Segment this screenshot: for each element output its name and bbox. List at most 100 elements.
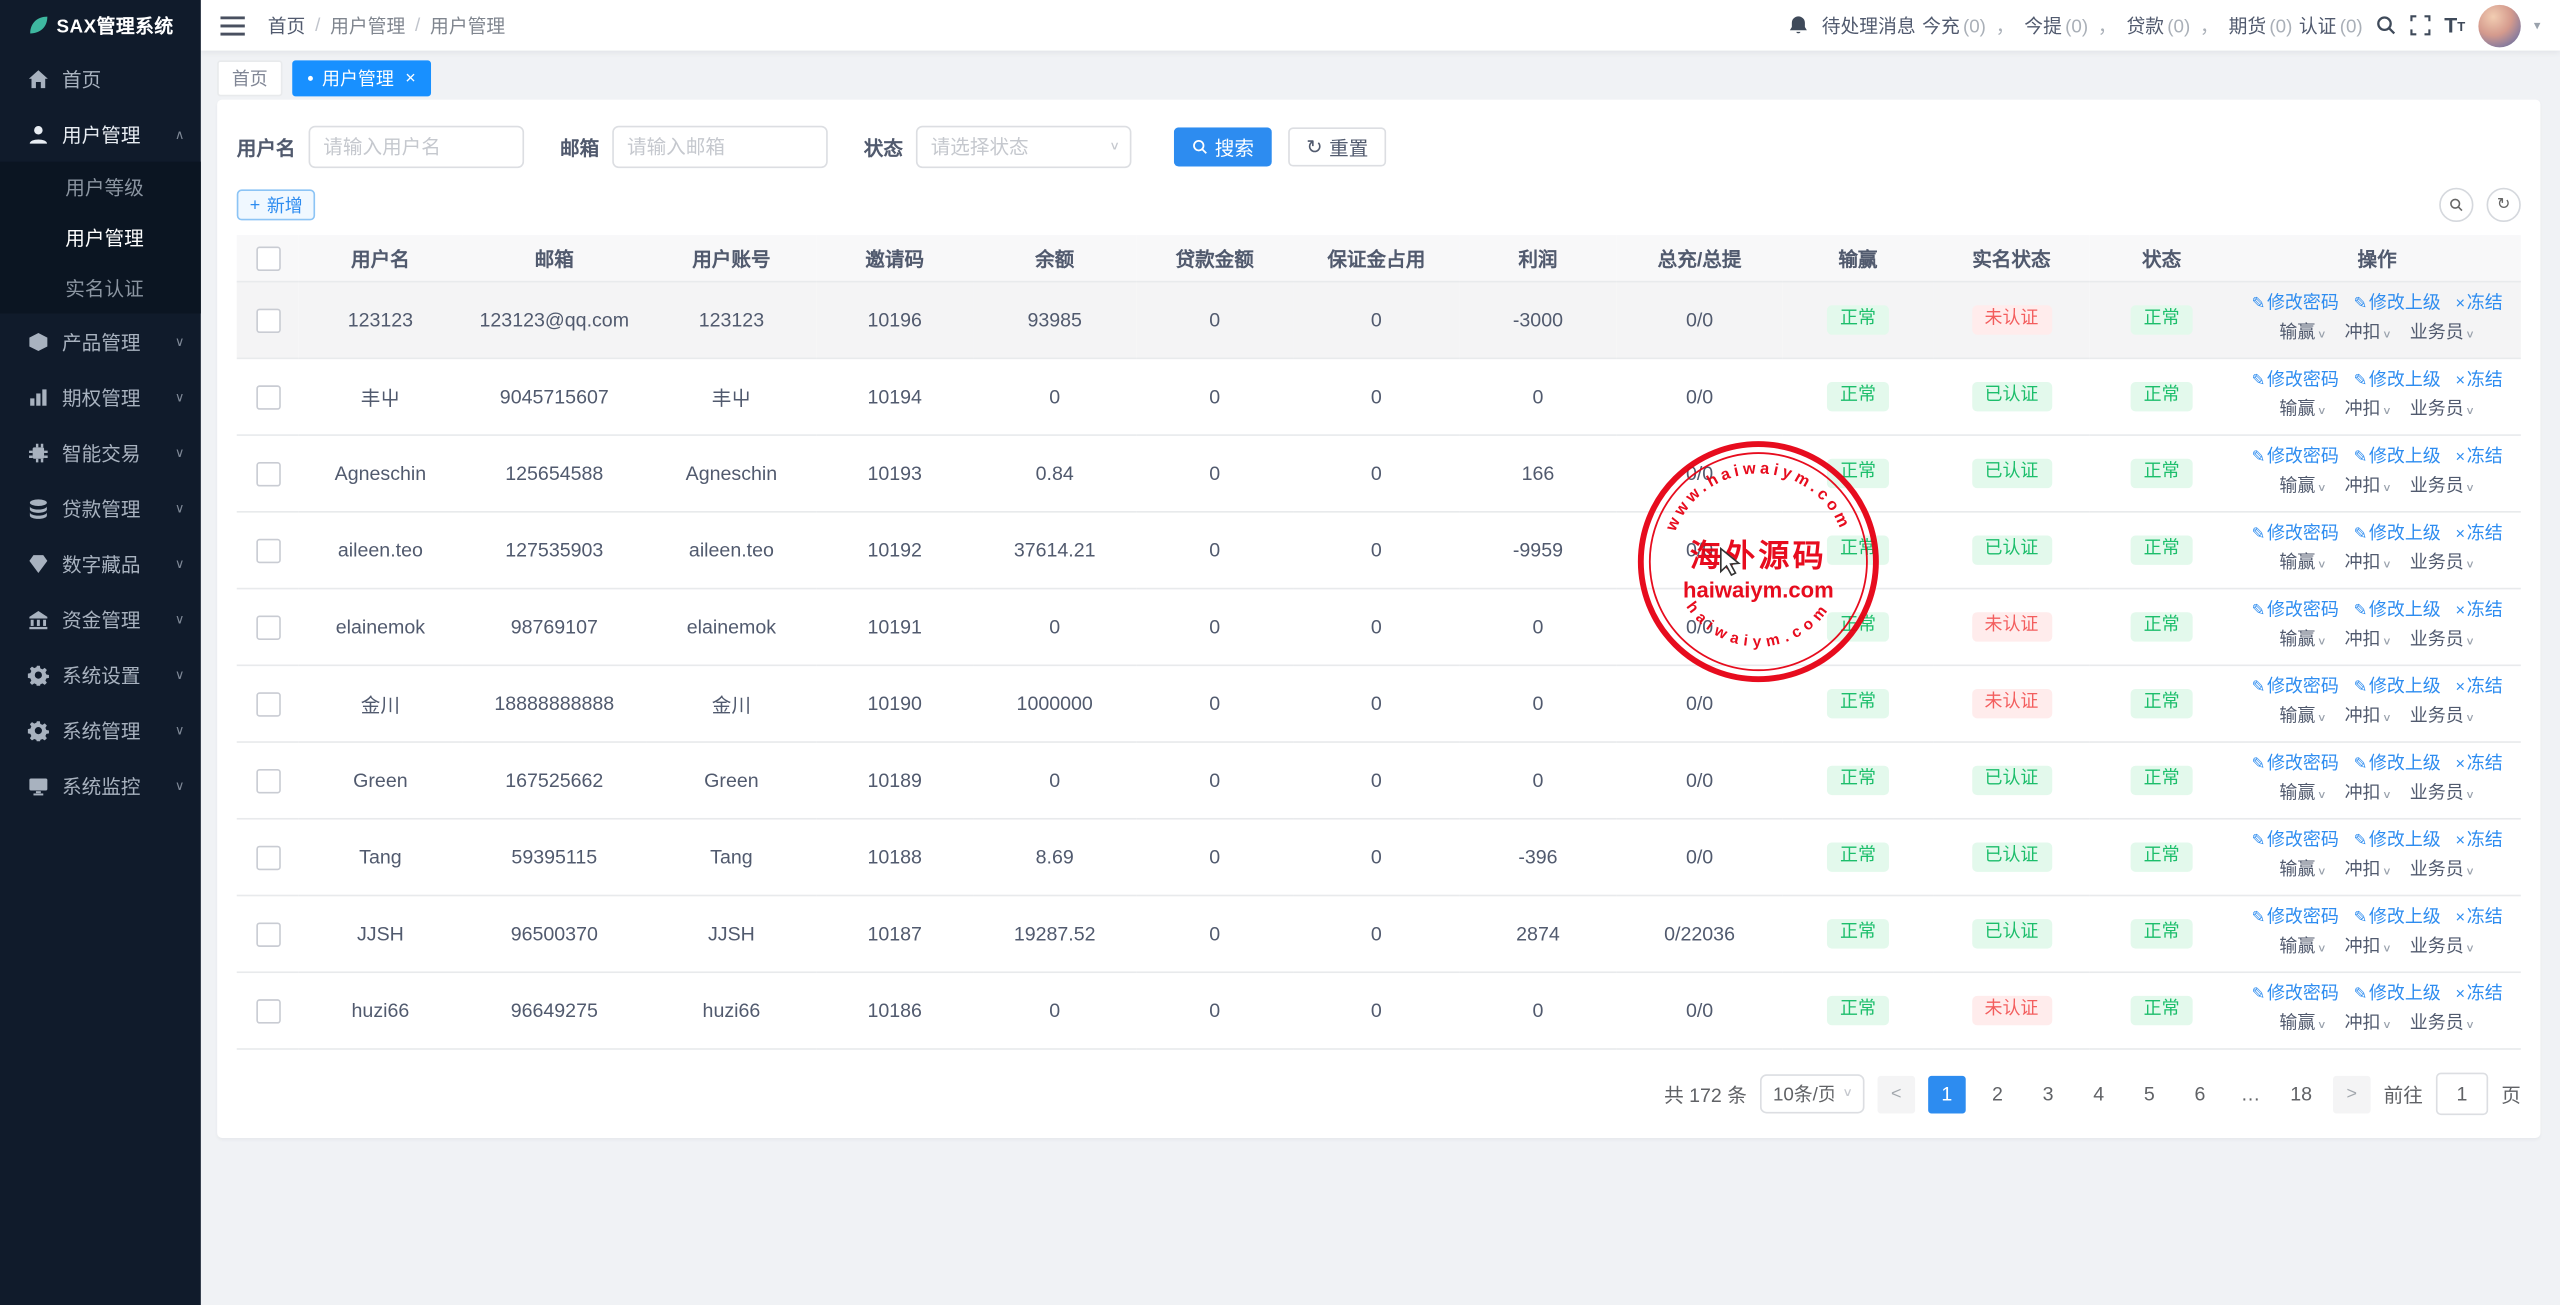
deduct-dropdown[interactable]: 冲扣∨ bbox=[2345, 477, 2392, 497]
per-page-input[interactable] bbox=[1760, 1074, 1864, 1113]
win-lose-dropdown[interactable]: 输赢∨ bbox=[2279, 400, 2326, 420]
win-lose-dropdown[interactable]: 输赢∨ bbox=[2279, 860, 2326, 880]
breadcrumb-user-management[interactable]: 用户管理 bbox=[330, 12, 405, 38]
row-checkbox[interactable] bbox=[256, 385, 280, 409]
table-refresh-button[interactable]: ↻ bbox=[2487, 188, 2521, 222]
email-filter-input[interactable] bbox=[612, 126, 828, 168]
sidebar-item-system-management[interactable]: 系统管理 ∨ bbox=[0, 702, 201, 758]
salesman-dropdown[interactable]: 业务员∨ bbox=[2410, 477, 2475, 497]
sidebar-item-home[interactable]: 首页 bbox=[0, 51, 201, 107]
page-button-3[interactable]: 3 bbox=[2029, 1075, 2067, 1113]
freeze-link[interactable]: ×冻结 bbox=[2456, 985, 2503, 1005]
edit-parent-link[interactable]: ✎修改上级 bbox=[2354, 985, 2441, 1005]
salesman-dropdown[interactable]: 业务员∨ bbox=[2410, 784, 2475, 804]
freeze-link[interactable]: ×冻结 bbox=[2456, 908, 2503, 928]
breadcrumb-home[interactable]: 首页 bbox=[268, 12, 306, 38]
deduct-dropdown[interactable]: 冲扣∨ bbox=[2345, 630, 2392, 650]
page-button-6[interactable]: 6 bbox=[2181, 1075, 2219, 1113]
sidebar-item-realname-auth[interactable]: 实名认证 bbox=[0, 263, 201, 314]
sidebar-item-system-monitor[interactable]: 系统监控 ∨ bbox=[0, 758, 201, 814]
row-checkbox[interactable] bbox=[256, 308, 280, 332]
win-lose-dropdown[interactable]: 输赢∨ bbox=[2279, 707, 2326, 727]
edit-parent-link[interactable]: ✎修改上级 bbox=[2354, 448, 2441, 468]
sidebar-item-fund-management[interactable]: 资金管理 ∨ bbox=[0, 591, 201, 647]
page-button-4[interactable]: 4 bbox=[2080, 1075, 2118, 1113]
sidebar-item-smart-trade[interactable]: 智能交易 ∨ bbox=[0, 424, 201, 480]
edit-password-link[interactable]: ✎修改密码 bbox=[2252, 755, 2339, 775]
edit-password-link[interactable]: ✎修改密码 bbox=[2252, 525, 2339, 545]
today-withdraw-link[interactable]: 今提(0) bbox=[2024, 12, 2088, 38]
freeze-link[interactable]: ×冻结 bbox=[2456, 371, 2503, 391]
win-lose-dropdown[interactable]: 输赢∨ bbox=[2279, 630, 2326, 650]
win-lose-dropdown[interactable]: 输赢∨ bbox=[2279, 937, 2326, 957]
deduct-dropdown[interactable]: 冲扣∨ bbox=[2345, 707, 2392, 727]
font-size-icon[interactable]: TT bbox=[2444, 15, 2465, 36]
search-icon[interactable] bbox=[2376, 15, 2397, 36]
row-checkbox[interactable] bbox=[256, 538, 280, 562]
salesman-dropdown[interactable]: 业务员∨ bbox=[2410, 553, 2475, 573]
deduct-dropdown[interactable]: 冲扣∨ bbox=[2345, 784, 2392, 804]
sidebar-item-options-management[interactable]: 期权管理 ∨ bbox=[0, 369, 201, 425]
edit-password-link[interactable]: ✎修改密码 bbox=[2252, 371, 2339, 391]
salesman-dropdown[interactable]: 业务员∨ bbox=[2410, 937, 2475, 957]
page-button-18[interactable]: 18 bbox=[2282, 1075, 2320, 1113]
next-page-button[interactable]: > bbox=[2333, 1075, 2371, 1113]
reset-button[interactable]: ↻ 重置 bbox=[1288, 127, 1386, 166]
sidebar-item-digital-collection[interactable]: 数字藏品 ∨ bbox=[0, 536, 201, 592]
salesman-dropdown[interactable]: 业务员∨ bbox=[2410, 400, 2475, 420]
edit-parent-link[interactable]: ✎修改上级 bbox=[2354, 525, 2441, 545]
edit-password-link[interactable]: ✎修改密码 bbox=[2252, 448, 2339, 468]
table-search-toggle-button[interactable] bbox=[2439, 188, 2473, 222]
page-button-1[interactable]: 1 bbox=[1928, 1075, 1966, 1113]
status-filter-select[interactable]: ∨ bbox=[916, 126, 1132, 168]
freeze-link[interactable]: ×冻结 bbox=[2456, 295, 2503, 315]
freeze-link[interactable]: ×冻结 bbox=[2456, 601, 2503, 621]
row-checkbox[interactable] bbox=[256, 922, 280, 946]
win-lose-dropdown[interactable]: 输赢∨ bbox=[2279, 477, 2326, 497]
deduct-dropdown[interactable]: 冲扣∨ bbox=[2345, 1014, 2392, 1034]
goto-page-input[interactable] bbox=[2436, 1073, 2488, 1115]
win-lose-dropdown[interactable]: 输赢∨ bbox=[2279, 1014, 2326, 1034]
salesman-dropdown[interactable]: 业务员∨ bbox=[2410, 707, 2475, 727]
win-lose-dropdown[interactable]: 输赢∨ bbox=[2279, 784, 2326, 804]
edit-password-link[interactable]: ✎修改密码 bbox=[2252, 295, 2339, 315]
sidebar-item-user-level[interactable]: 用户等级 bbox=[0, 162, 201, 213]
row-checkbox[interactable] bbox=[256, 461, 280, 485]
salesman-dropdown[interactable]: 业务员∨ bbox=[2410, 860, 2475, 880]
hamburger-menu-icon[interactable] bbox=[220, 16, 244, 36]
deduct-dropdown[interactable]: 冲扣∨ bbox=[2345, 860, 2392, 880]
row-checkbox[interactable] bbox=[256, 768, 280, 792]
deduct-dropdown[interactable]: 冲扣∨ bbox=[2345, 400, 2392, 420]
sidebar-item-product-management[interactable]: 产品管理 ∨ bbox=[0, 313, 201, 369]
edit-password-link[interactable]: ✎修改密码 bbox=[2252, 678, 2339, 698]
avatar[interactable] bbox=[2478, 4, 2520, 46]
fullscreen-icon[interactable] bbox=[2410, 15, 2431, 36]
auth-link[interactable]: 认证(0) bbox=[2299, 12, 2363, 38]
edit-password-link[interactable]: ✎修改密码 bbox=[2252, 985, 2339, 1005]
futures-link[interactable]: 期货(0) bbox=[2229, 12, 2293, 38]
prev-page-button[interactable]: < bbox=[1877, 1075, 1915, 1113]
row-checkbox[interactable] bbox=[256, 615, 280, 639]
today-recharge-link[interactable]: 今充(0) bbox=[1922, 12, 1986, 38]
search-button[interactable]: 搜索 bbox=[1174, 127, 1272, 166]
freeze-link[interactable]: ×冻结 bbox=[2456, 832, 2503, 852]
more-pages-button[interactable]: … bbox=[2232, 1075, 2270, 1113]
salesman-dropdown[interactable]: 业务员∨ bbox=[2410, 323, 2475, 343]
edit-password-link[interactable]: ✎修改密码 bbox=[2252, 908, 2339, 928]
edit-parent-link[interactable]: ✎修改上级 bbox=[2354, 678, 2441, 698]
freeze-link[interactable]: ×冻结 bbox=[2456, 448, 2503, 468]
sidebar-item-loan-management[interactable]: 贷款管理 ∨ bbox=[0, 480, 201, 536]
freeze-link[interactable]: ×冻结 bbox=[2456, 755, 2503, 775]
edit-parent-link[interactable]: ✎修改上级 bbox=[2354, 371, 2441, 391]
deduct-dropdown[interactable]: 冲扣∨ bbox=[2345, 937, 2392, 957]
sidebar-item-user-management[interactable]: 用户管理 ∧ bbox=[0, 106, 201, 162]
page-button-2[interactable]: 2 bbox=[1979, 1075, 2017, 1113]
edit-parent-link[interactable]: ✎修改上级 bbox=[2354, 755, 2441, 775]
sidebar-item-system-settings[interactable]: 系统设置 ∨ bbox=[0, 647, 201, 703]
page-button-5[interactable]: 5 bbox=[2131, 1075, 2169, 1113]
row-checkbox[interactable] bbox=[256, 999, 280, 1023]
avatar-caret-icon[interactable]: ▾ bbox=[2534, 18, 2541, 33]
per-page-select[interactable]: ∨ bbox=[1760, 1074, 1864, 1113]
edit-parent-link[interactable]: ✎修改上级 bbox=[2354, 908, 2441, 928]
edit-password-link[interactable]: ✎修改密码 bbox=[2252, 601, 2339, 621]
